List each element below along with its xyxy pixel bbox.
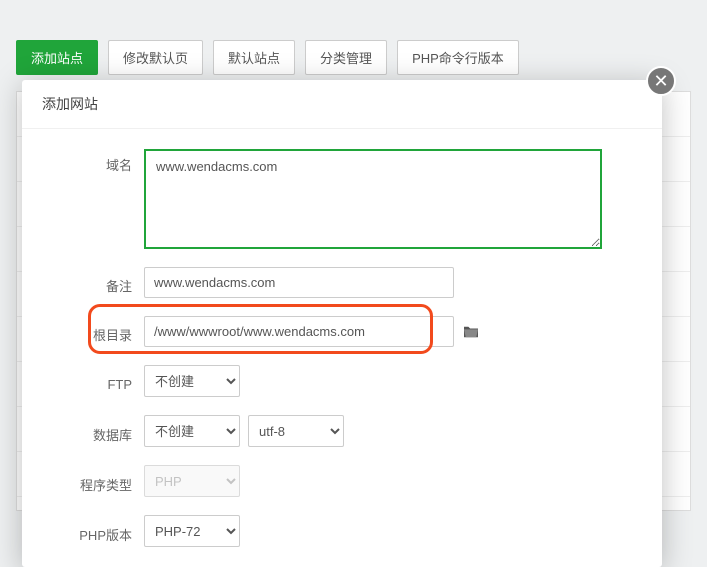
modal-title: 添加网站 — [22, 80, 662, 129]
charset-select[interactable]: utf-8 — [248, 415, 344, 447]
php-version-label: PHP版本 — [52, 519, 132, 544]
note-label: 备注 — [52, 270, 132, 295]
add-site-modal: ✕ 添加网站 域名 备注 根目录 — [22, 80, 662, 567]
folder-browse-icon[interactable] — [462, 325, 480, 339]
close-icon: ✕ — [653, 72, 668, 90]
add-site-form: 域名 备注 根目录 — [22, 129, 662, 547]
root-dir-label: 根目录 — [52, 319, 132, 344]
close-button[interactable]: ✕ — [646, 66, 676, 96]
php-version-select[interactable]: PHP-72 — [144, 515, 240, 547]
ftp-label: FTP — [52, 371, 132, 392]
database-label: 数据库 — [52, 419, 132, 444]
note-input[interactable] — [144, 267, 454, 298]
ftp-select[interactable]: 不创建 — [144, 365, 240, 397]
program-type-select: PHP — [144, 465, 240, 497]
modal-overlay: ✕ 添加网站 域名 备注 根目录 — [0, 0, 707, 533]
program-type-label: 程序类型 — [52, 469, 132, 494]
domain-label: 域名 — [52, 149, 132, 174]
database-select[interactable]: 不创建 — [144, 415, 240, 447]
root-dir-input[interactable] — [144, 316, 454, 347]
domain-input[interactable] — [144, 149, 602, 249]
